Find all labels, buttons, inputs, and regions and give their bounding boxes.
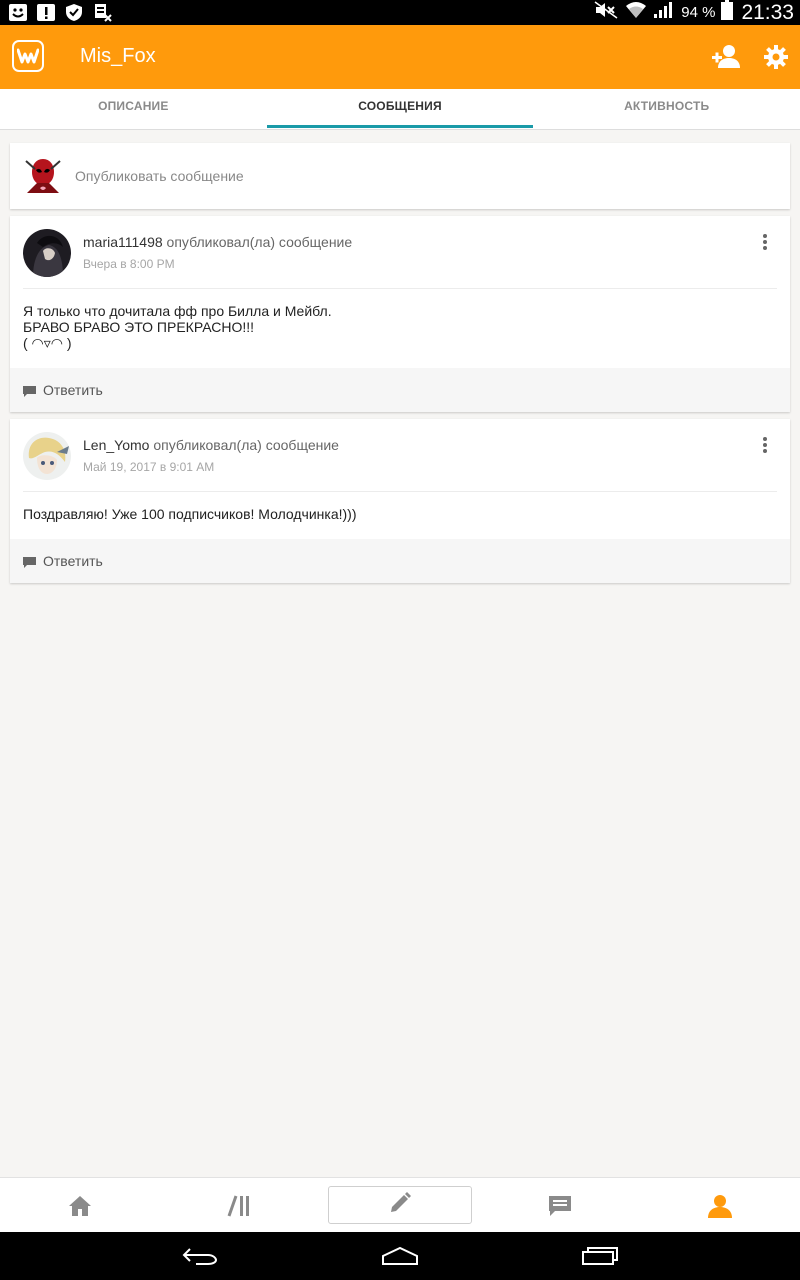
message-body: Я только что дочитала фф про Билла и Мей…: [10, 289, 790, 351]
profile-username-title: Mis_Fox: [80, 45, 156, 67]
comment-icon: [23, 384, 36, 397]
message-line: Поздравляю! Уже 100 подписчиков! Молодчи…: [23, 506, 357, 522]
message-body: Поздравляю! Уже 100 подписчиков! Молодчи…: [10, 492, 790, 522]
home-outline-icon[interactable]: [380, 1242, 420, 1270]
author-username[interactable]: maria111498: [83, 234, 163, 250]
write-button[interactable]: [328, 1186, 472, 1224]
shield-icon: [64, 3, 84, 22]
system-navigation-bar: [0, 1232, 800, 1280]
mute-icon: [593, 1, 619, 24]
app-bar: Mis_Fox: [0, 25, 800, 89]
post-action-text: опубликовал(ла) сообщение: [153, 437, 339, 453]
profile-tabs: ОПИСАНИЕ СООБЩЕНИЯ АКТИВНОСТЬ: [0, 89, 800, 130]
avatar: [23, 155, 63, 195]
message-line: ( ◠▿◠ ): [23, 335, 72, 351]
avatar[interactable]: [23, 229, 71, 277]
post-timestamp: Май 19, 2017 в 9:01 AM: [83, 460, 215, 474]
author-line: maria111498 опубликовал(ла) сообщение: [83, 234, 352, 250]
tab-activity[interactable]: АКТИВНОСТЬ: [533, 89, 800, 129]
wattpad-logo-icon[interactable]: [12, 40, 44, 72]
signal-icon: [653, 1, 675, 24]
comment-icon: [23, 555, 36, 568]
bottom-navigation: [0, 1177, 800, 1232]
status-left-icons: [8, 3, 112, 22]
add-user-icon[interactable]: [710, 42, 742, 72]
notification-face-icon: [8, 3, 28, 22]
message-line: БРАВО БРАВО ЭТО ПРЕКРАСНО!!!: [23, 319, 255, 335]
reply-button[interactable]: Ответить: [43, 553, 103, 569]
recents-icon[interactable]: [580, 1242, 620, 1270]
status-bar: 94 % 21:33: [0, 0, 800, 25]
pencil-icon: [388, 1191, 412, 1220]
messages-icon[interactable]: [530, 1178, 590, 1233]
tab-description[interactable]: ОПИСАНИЕ: [0, 89, 267, 129]
profile-icon[interactable]: [690, 1178, 750, 1233]
compose-card[interactable]: Опубликовать сообщение: [10, 143, 790, 209]
message-card: Len_Yomo опубликовал(ла) сообщение Май 1…: [10, 419, 790, 583]
message-line: Я только что дочитала фф про Билла и Мей…: [23, 303, 332, 319]
reply-button[interactable]: Ответить: [43, 382, 103, 398]
alert-icon: [36, 3, 56, 22]
message-header: maria111498 опубликовал(ла) сообщение Вч…: [10, 216, 790, 288]
reply-bar[interactable]: Ответить: [10, 539, 790, 583]
post-action-text: опубликовал(ла) сообщение: [166, 234, 353, 250]
more-options-icon[interactable]: [762, 436, 768, 454]
message-header: Len_Yomo опубликовал(ла) сообщение Май 1…: [10, 419, 790, 491]
reply-bar[interactable]: Ответить: [10, 368, 790, 412]
post-timestamp: Вчера в 8:00 PM: [83, 257, 175, 271]
clock: 21:33: [741, 0, 794, 24]
gear-icon[interactable]: [763, 44, 789, 70]
wifi-icon: [625, 1, 647, 24]
sim-icon: [92, 3, 112, 22]
home-icon[interactable]: [50, 1178, 110, 1233]
back-icon[interactable]: [180, 1242, 220, 1270]
author-line: Len_Yomo опубликовал(ла) сообщение: [83, 437, 339, 453]
battery-percent: 94 %: [681, 4, 716, 21]
compose-placeholder: Опубликовать сообщение: [75, 168, 244, 184]
more-options-icon[interactable]: [762, 233, 768, 251]
battery-icon: [721, 0, 734, 25]
status-right-icons: 94 % 21:33: [593, 0, 794, 25]
author-username[interactable]: Len_Yomo: [83, 437, 149, 453]
message-card: maria111498 опубликовал(ла) сообщение Вч…: [10, 216, 790, 412]
tab-messages[interactable]: СООБЩЕНИЯ: [266, 89, 534, 129]
library-icon[interactable]: [210, 1178, 270, 1233]
avatar[interactable]: [23, 432, 71, 480]
